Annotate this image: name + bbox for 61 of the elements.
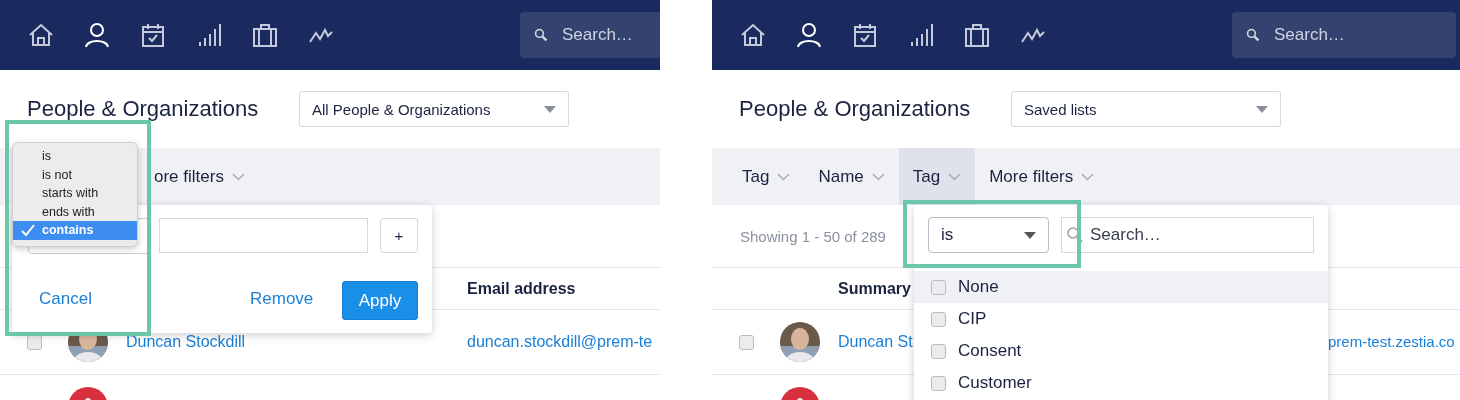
result-count: Showing 1 - 50 of 289: [740, 227, 886, 245]
calendar-icon[interactable]: [140, 22, 166, 48]
tag-option[interactable]: None: [914, 271, 1328, 303]
email-link[interactable]: prem-test.zestia.co: [1328, 333, 1455, 350]
checkbox[interactable]: [739, 335, 754, 351]
menu-item[interactable]: is: [13, 147, 137, 166]
menu-item[interactable]: ends with: [13, 202, 137, 221]
menu-item[interactable]: starts with: [13, 184, 137, 203]
checkbox[interactable]: [931, 311, 946, 327]
tag-search-field[interactable]: Search…: [1061, 217, 1314, 253]
person-icon[interactable]: [84, 22, 110, 48]
person-icon[interactable]: [796, 22, 822, 48]
tag-option[interactable]: Customer: [914, 367, 1328, 399]
checkmark-icon: [21, 224, 35, 237]
remove-link[interactable]: Remove: [250, 289, 314, 309]
search-icon: [1246, 26, 1260, 44]
search-field[interactable]: Search…: [1232, 12, 1456, 58]
tag-option[interactable]: CIP: [914, 303, 1328, 335]
caret-icon: [1256, 105, 1268, 113]
cancel-link[interactable]: Cancel: [39, 289, 92, 309]
caret-icon: [1024, 231, 1036, 239]
search-field[interactable]: Search…: [520, 12, 660, 58]
page-title: People & Organizations: [739, 96, 972, 122]
tag-option[interactable]: Consent: [914, 335, 1328, 367]
email-link[interactable]: duncan.stockdill@prem-te: [467, 333, 653, 350]
search-input[interactable]: Search…: [1272, 24, 1456, 46]
chevron-down-icon: [777, 172, 791, 181]
filter-tab[interactable]: ore filters: [140, 148, 259, 205]
checkbox[interactable]: [931, 343, 946, 359]
value-field[interactable]: [159, 218, 368, 253]
add-button[interactable]: +: [380, 218, 418, 253]
checkbox[interactable]: [931, 279, 946, 295]
search-icon: [1066, 226, 1084, 244]
briefcase-icon[interactable]: [964, 22, 990, 48]
list-select[interactable]: Saved lists: [1011, 91, 1281, 127]
home-icon[interactable]: [740, 22, 766, 48]
list-select[interactable]: All People & Organizations: [299, 91, 569, 127]
briefcase-icon[interactable]: [252, 22, 278, 48]
calendar-icon[interactable]: [852, 22, 878, 48]
chevron-down-icon: [871, 172, 885, 181]
contact-name-link[interactable]: Duncan St: [838, 333, 913, 350]
search-icon: [534, 26, 548, 44]
checkbox[interactable]: [931, 375, 946, 391]
page-title: People & Organizations: [27, 96, 260, 122]
signal-bars-icon[interactable]: [196, 22, 222, 48]
chevron-down-icon: [948, 172, 962, 181]
chevron-down-icon: [231, 172, 245, 181]
filter-tab[interactable]: Tag: [898, 148, 976, 205]
column-header: Email address: [467, 279, 576, 297]
home-icon[interactable]: [28, 22, 54, 48]
contact-name-link[interactable]: Duncan Stockdill: [126, 333, 246, 350]
column-header: Summary: [838, 279, 911, 297]
chevron-down-icon: [1081, 172, 1095, 181]
menu-item[interactable]: is not: [13, 165, 137, 184]
signal-bars-icon[interactable]: [908, 22, 934, 48]
filter-tab[interactable]: Tag: [728, 148, 805, 205]
search-input[interactable]: Search…: [560, 24, 660, 46]
filter-tab[interactable]: Name: [804, 148, 899, 205]
filter-tab[interactable]: More filters: [975, 148, 1109, 205]
caret-icon: [544, 105, 556, 113]
operator-select[interactable]: is: [928, 217, 1049, 253]
